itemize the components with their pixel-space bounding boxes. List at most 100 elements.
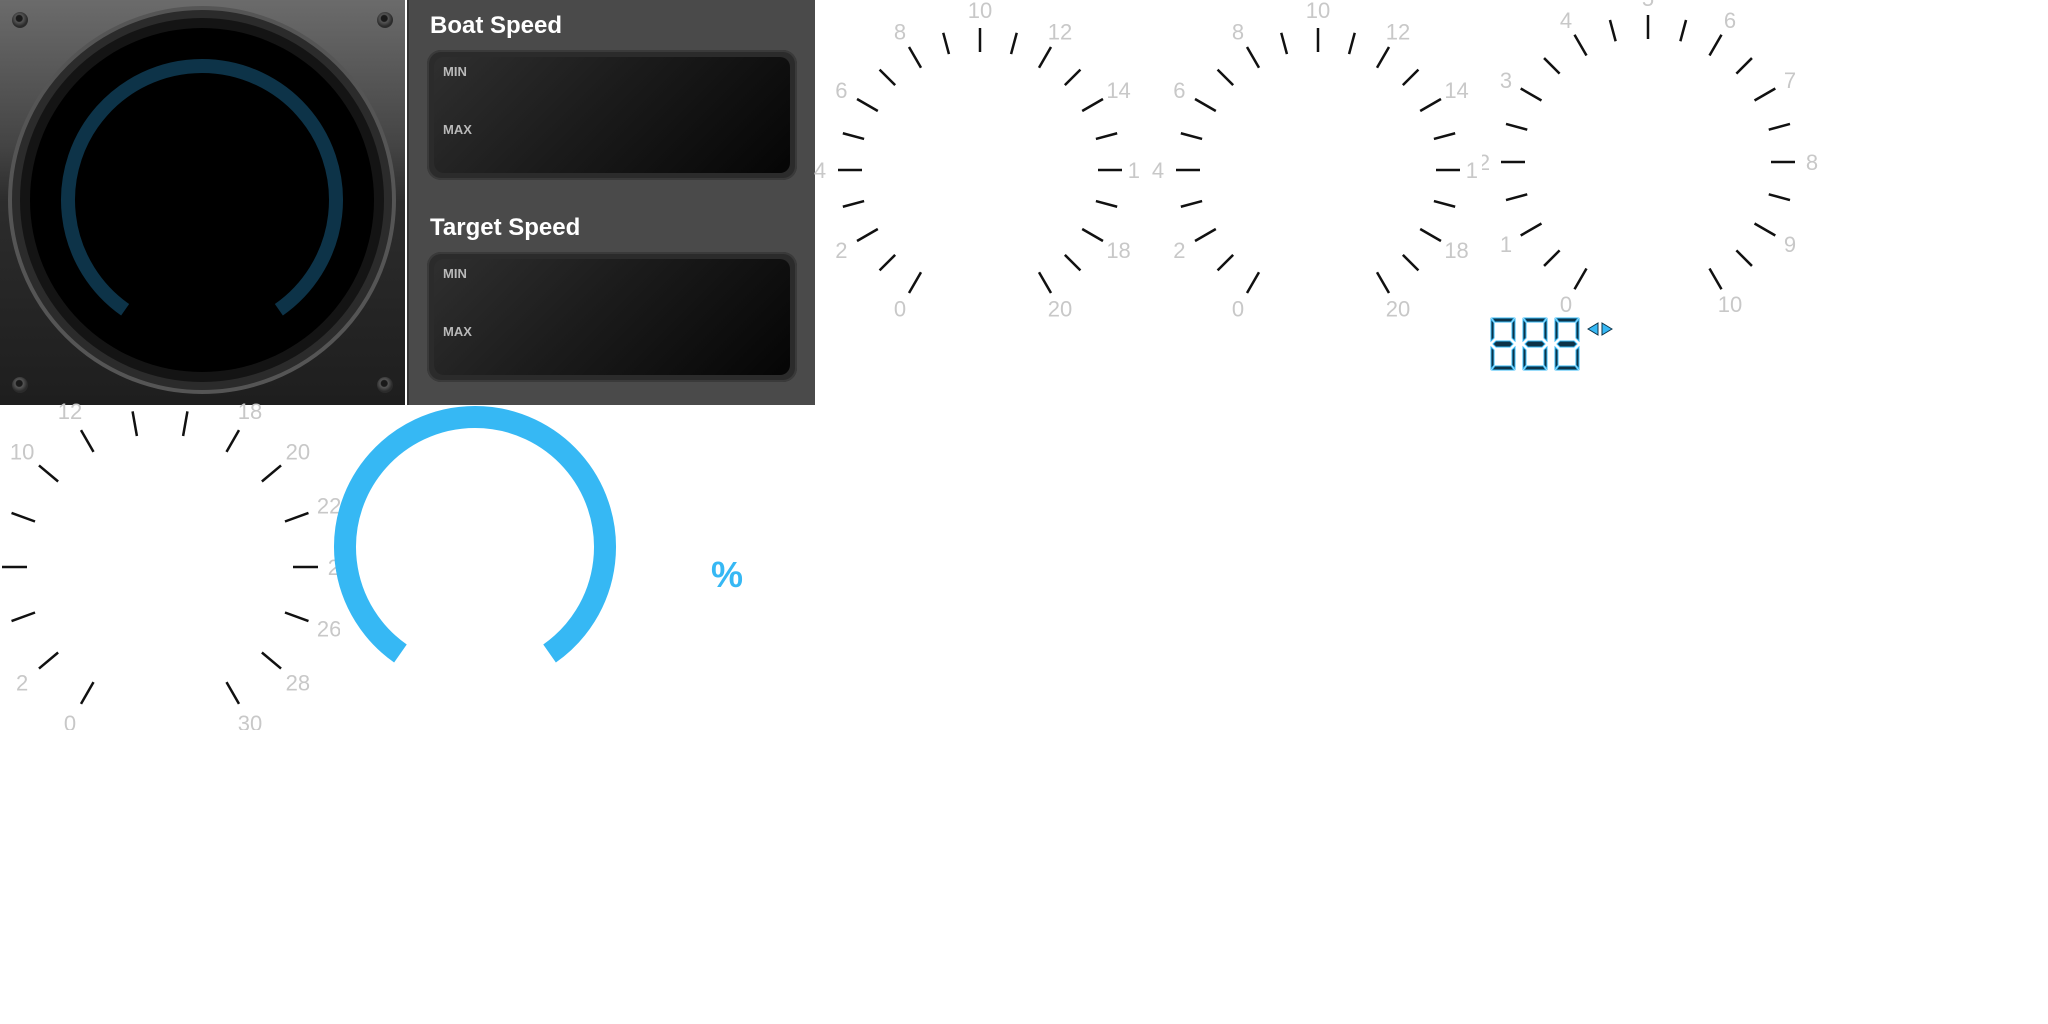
tick-label: 0 <box>64 711 76 730</box>
tick-label: 6 <box>835 78 847 103</box>
tick-label: 16 <box>179 400 203 403</box>
tick-label: 0 <box>1232 297 1244 322</box>
lcd-segment <box>1523 317 1547 323</box>
major-tick <box>1753 87 1776 102</box>
major-tick <box>907 46 923 69</box>
minor-tick <box>1009 32 1018 55</box>
minor-tick <box>1768 122 1791 131</box>
major-tick <box>1081 227 1104 243</box>
tick-label: 2 <box>835 238 847 263</box>
major-tick <box>1520 222 1543 237</box>
tick-label: 0 <box>1560 292 1572 317</box>
minor-tick <box>1768 193 1791 202</box>
tick-label: 20 <box>1048 297 1072 322</box>
minor-tick <box>1735 249 1753 267</box>
major-tick <box>11 511 36 523</box>
major-tick <box>225 681 241 705</box>
blue-gauge-arc <box>334 406 616 663</box>
major-tick <box>131 411 139 437</box>
minor-tick <box>878 253 897 272</box>
lcd-segment <box>1491 317 1515 323</box>
gauge-face <box>8 6 396 394</box>
lcd-segment <box>1490 317 1495 343</box>
minor-tick <box>1543 57 1561 75</box>
tick-label: 7 <box>1784 68 1796 93</box>
minor-tick <box>1505 193 1528 202</box>
lcd-segment <box>1524 340 1546 348</box>
minor-tick <box>1216 253 1235 272</box>
tick-label: 6 <box>1724 8 1736 33</box>
tick-label: 10 <box>1306 0 1330 23</box>
major-tick <box>1194 97 1217 113</box>
tick-label: 10 <box>968 0 992 23</box>
lcd-digit <box>1522 317 1548 371</box>
major-tick <box>38 464 59 483</box>
tick-label: 2 <box>16 671 28 696</box>
boat-speed-title: Boat Speed <box>430 12 563 39</box>
tick-label: 1 <box>1500 232 1512 257</box>
tick-label: 18 <box>1106 238 1130 263</box>
lcd-segment <box>1555 365 1579 371</box>
major-tick <box>1753 222 1776 237</box>
major-tick <box>284 611 309 623</box>
major-tick <box>856 97 879 113</box>
minor-tick <box>1347 32 1356 55</box>
boat-speed-readout: MIN MAX <box>427 50 797 180</box>
major-tick <box>284 511 309 523</box>
major-tick <box>1375 46 1391 69</box>
major-tick <box>1419 227 1442 243</box>
left-right-arrows-icon <box>1587 322 1613 336</box>
minor-tick <box>878 68 897 87</box>
tick-label: 0 <box>894 297 906 322</box>
major-tick <box>907 271 923 294</box>
major-tick <box>1037 271 1053 294</box>
target-speed-max-label: MAX <box>443 324 472 339</box>
minor-tick <box>842 132 865 141</box>
major-tick <box>225 429 241 453</box>
lcd-digits <box>1490 317 1580 371</box>
target-speed-readout: MIN MAX <box>427 252 797 382</box>
tick-label: 18 <box>238 400 262 424</box>
lcd-segment <box>1511 345 1516 371</box>
minor-tick <box>1063 68 1082 87</box>
lcd-segment <box>1490 345 1495 371</box>
tick-label: 2 <box>1482 150 1490 175</box>
lcd-segment <box>1491 365 1515 371</box>
lcd-segment <box>1575 345 1580 371</box>
gauge-value-arc <box>334 406 616 663</box>
major-tick <box>1081 97 1104 113</box>
gauge-bezel-panel <box>0 0 405 405</box>
minor-tick <box>942 32 951 55</box>
major-tick <box>1245 46 1261 69</box>
major-tick <box>856 227 879 243</box>
lcd-segment <box>1543 345 1548 371</box>
minor-tick <box>1433 132 1456 141</box>
tick-label: 9 <box>1784 232 1796 257</box>
dial-0-30: 024681012141618202224262830 <box>2 400 340 730</box>
tick-label: 20 <box>286 439 310 464</box>
minor-tick <box>1280 32 1289 55</box>
target-speed-min-label: MIN <box>443 266 467 281</box>
tick-label: 6 <box>1173 78 1185 103</box>
tick-label: 12 <box>58 400 82 424</box>
major-tick <box>1037 46 1053 69</box>
minor-tick <box>1063 253 1082 272</box>
target-speed-title: Target Speed <box>430 214 581 241</box>
lcd-segment <box>1575 317 1580 343</box>
tick-label: 4 <box>1152 158 1164 183</box>
minor-tick <box>1180 132 1203 141</box>
tick-label: 3 <box>1500 68 1512 93</box>
lcd-segment <box>1492 340 1514 348</box>
tick-label: 14 <box>1444 78 1468 103</box>
lcd-segment <box>1522 317 1527 343</box>
major-tick <box>79 681 95 705</box>
tick-label: 5 <box>1642 0 1654 11</box>
major-tick <box>1573 34 1588 57</box>
tick-label: 28 <box>286 671 310 696</box>
tick-label: 10 <box>10 439 34 464</box>
minor-tick <box>1095 199 1118 208</box>
major-tick <box>1419 97 1442 113</box>
tick-label: 12 <box>1386 19 1410 44</box>
tick-label: 2 <box>1173 238 1185 263</box>
major-tick <box>1573 267 1588 290</box>
